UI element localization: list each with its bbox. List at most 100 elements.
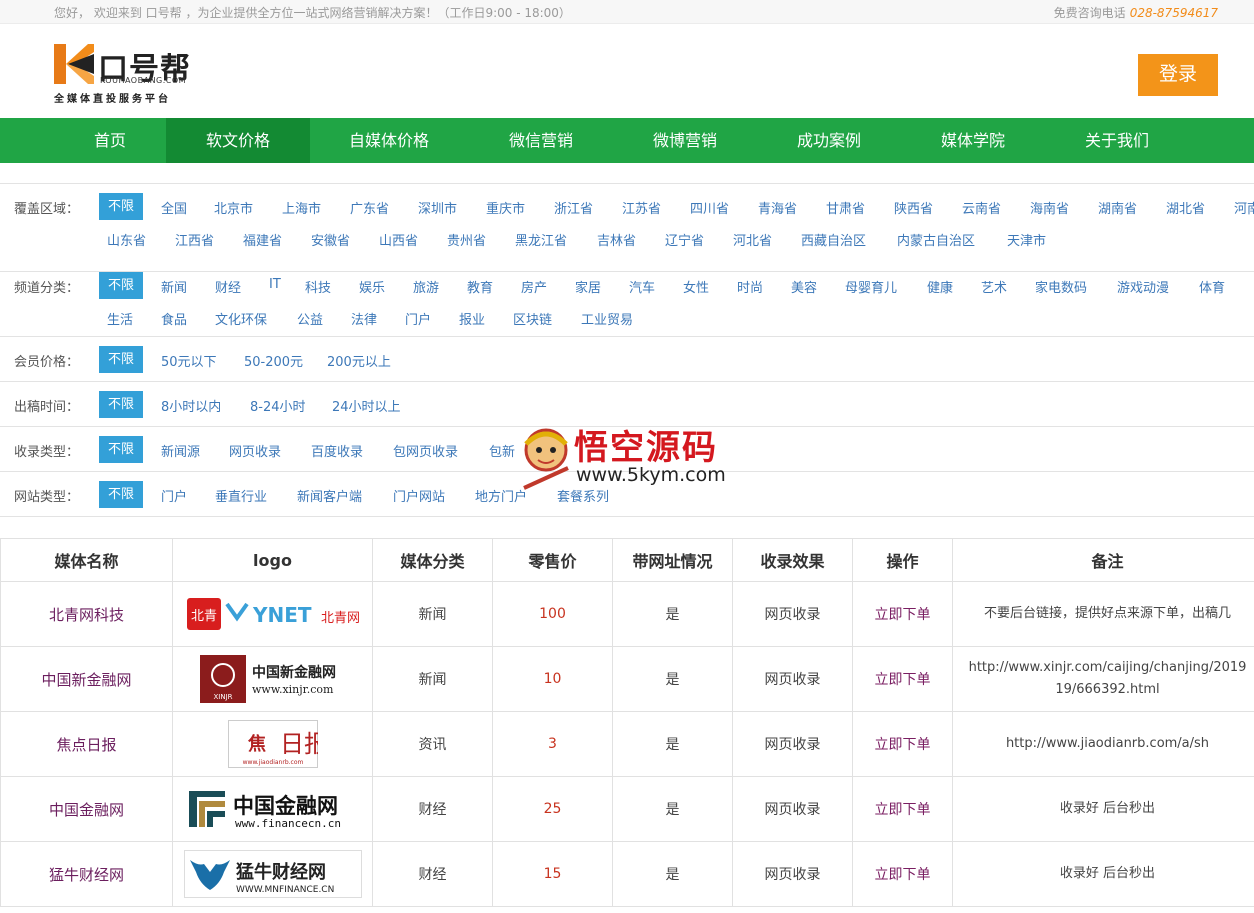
nav-item-selfmedia-price[interactable]: 自媒体价格 bbox=[317, 118, 461, 163]
filter-option[interactable]: 湖南省 bbox=[1098, 198, 1137, 217]
filter-option[interactable]: 重庆市 bbox=[486, 198, 525, 217]
filter-option[interactable]: 24小时以上 bbox=[332, 396, 401, 415]
filter-option[interactable]: 女性 bbox=[683, 277, 709, 296]
filter-option[interactable]: 海南省 bbox=[1030, 198, 1069, 217]
filter-option[interactable]: 全国 bbox=[161, 198, 187, 217]
filter-option[interactable]: 新闻 bbox=[161, 277, 187, 296]
filter-option[interactable]: 门户网站 bbox=[393, 486, 445, 505]
filter-option[interactable]: 青海省 bbox=[758, 198, 797, 217]
filter-option[interactable]: 甘肃省 bbox=[826, 198, 865, 217]
filter-option[interactable]: 新闻源 bbox=[161, 441, 200, 460]
filter-option-selected[interactable]: 不限 bbox=[99, 391, 143, 418]
filter-option[interactable]: 山西省 bbox=[379, 230, 418, 249]
filter-option[interactable]: 家居 bbox=[575, 277, 601, 296]
filter-option[interactable]: 门户 bbox=[405, 309, 431, 328]
site-logo[interactable]: 口号帮 KOUHAOBANG.COM 全媒体直投服务平台 bbox=[54, 44, 194, 108]
media-name-link[interactable]: 中国金融网 bbox=[0, 776, 173, 842]
filter-option[interactable]: 法律 bbox=[351, 309, 377, 328]
filter-option[interactable]: 文化环保 bbox=[215, 309, 267, 328]
filter-option[interactable]: 200元以上 bbox=[327, 351, 391, 370]
media-name-link[interactable]: 猛牛财经网 bbox=[0, 841, 173, 907]
nav-item-academy[interactable]: 媒体学院 bbox=[901, 118, 1045, 163]
filter-option[interactable]: 百度收录 bbox=[311, 441, 363, 460]
filter-option[interactable]: 食品 bbox=[161, 309, 187, 328]
filter-option[interactable]: 浙江省 bbox=[554, 198, 593, 217]
filter-option[interactable]: 河北省 bbox=[733, 230, 772, 249]
media-name-link[interactable]: 焦点日报 bbox=[0, 711, 173, 777]
filter-option-selected[interactable]: 不限 bbox=[99, 272, 143, 299]
filter-option[interactable]: 50元以下 bbox=[161, 351, 217, 370]
filter-option[interactable]: 旅游 bbox=[413, 277, 439, 296]
filter-option[interactable]: 辽宁省 bbox=[665, 230, 704, 249]
filter-option[interactable]: 公益 bbox=[297, 309, 323, 328]
order-now-link[interactable]: 立即下单 bbox=[852, 776, 953, 842]
filter-option[interactable]: 垂直行业 bbox=[215, 486, 267, 505]
filter-option[interactable]: 8-24小时 bbox=[250, 396, 306, 415]
filter-option[interactable]: 上海市 bbox=[282, 198, 321, 217]
filter-option[interactable]: 艺术 bbox=[981, 277, 1007, 296]
media-name-link[interactable]: 中国新金融网 bbox=[0, 646, 173, 712]
filter-option[interactable]: 财经 bbox=[215, 277, 241, 296]
media-logo-image[interactable]: 焦 日报 www.jiaodianrb.com bbox=[227, 720, 318, 768]
col-header-price[interactable]: 零售价 bbox=[492, 538, 613, 582]
order-now-link[interactable]: 立即下单 bbox=[852, 646, 953, 712]
filter-option[interactable]: 包网页收录 bbox=[393, 441, 458, 460]
filter-option[interactable]: 北京市 bbox=[214, 198, 253, 217]
order-now-link[interactable]: 立即下单 bbox=[852, 581, 953, 647]
filter-option[interactable]: 门户 bbox=[161, 486, 187, 505]
filter-option[interactable]: 时尚 bbox=[737, 277, 763, 296]
filter-option[interactable]: 吉林省 bbox=[597, 230, 636, 249]
filter-option[interactable]: 福建省 bbox=[243, 230, 282, 249]
filter-option[interactable]: 8小时以内 bbox=[161, 396, 221, 415]
filter-option[interactable]: 区块链 bbox=[513, 309, 552, 328]
nav-item-article-price[interactable]: 软文价格 bbox=[166, 118, 310, 163]
nav-item-about[interactable]: 关于我们 bbox=[1045, 118, 1189, 163]
filter-option[interactable]: 汽车 bbox=[629, 277, 655, 296]
media-logo-image[interactable]: XINJR 中国新金融网 www.xinjr.com bbox=[199, 655, 346, 703]
filter-option-selected[interactable]: 不限 bbox=[99, 436, 143, 463]
filter-option[interactable]: 50-200元 bbox=[244, 351, 303, 370]
filter-option[interactable]: 湖北省 bbox=[1166, 198, 1205, 217]
col-header-url[interactable]: 带网址情况 bbox=[612, 538, 733, 582]
filter-option[interactable]: 西藏自治区 bbox=[801, 230, 866, 249]
filter-option[interactable]: 教育 bbox=[467, 277, 493, 296]
nav-item-cases[interactable]: 成功案例 bbox=[757, 118, 901, 163]
filter-option[interactable]: 美容 bbox=[791, 277, 817, 296]
filter-option[interactable]: 安徽省 bbox=[311, 230, 350, 249]
filter-option[interactable]: 四川省 bbox=[690, 198, 729, 217]
filter-option[interactable]: 黑龙江省 bbox=[515, 230, 567, 249]
nav-item-home[interactable]: 首页 bbox=[38, 118, 182, 163]
filter-option[interactable]: 陕西省 bbox=[894, 198, 933, 217]
col-header-effect[interactable]: 收录效果 bbox=[732, 538, 853, 582]
filter-option[interactable]: 云南省 bbox=[962, 198, 1001, 217]
filter-option[interactable]: 河南 bbox=[1234, 198, 1254, 217]
filter-option[interactable]: 天津市 bbox=[1007, 230, 1046, 249]
filter-option[interactable]: 科技 bbox=[305, 277, 331, 296]
col-header-category[interactable]: 媒体分类 bbox=[372, 538, 493, 582]
hotline-number[interactable]: 028-87594617 bbox=[1130, 6, 1218, 20]
filter-option[interactable]: 贵州省 bbox=[447, 230, 486, 249]
filter-option[interactable]: 内蒙古自治区 bbox=[897, 230, 975, 249]
filter-option[interactable]: 网页收录 bbox=[229, 441, 281, 460]
filter-option[interactable]: 母婴育儿 bbox=[845, 277, 897, 296]
filter-option[interactable]: 江苏省 bbox=[622, 198, 661, 217]
filter-option[interactable]: 山东省 bbox=[107, 230, 146, 249]
filter-option[interactable]: 新闻客户端 bbox=[297, 486, 362, 505]
filter-option[interactable]: 广东省 bbox=[350, 198, 389, 217]
order-now-link[interactable]: 立即下单 bbox=[852, 711, 953, 777]
filter-option-selected[interactable]: 不限 bbox=[99, 481, 143, 508]
col-header-media-name[interactable]: 媒体名称 bbox=[0, 538, 173, 582]
filter-option[interactable]: 家电数码 bbox=[1035, 277, 1087, 296]
order-now-link[interactable]: 立即下单 bbox=[852, 841, 953, 907]
filter-option[interactable]: 体育 bbox=[1199, 277, 1225, 296]
media-logo-image[interactable]: 猛牛财经网 WWW.MNFINANCE.CN bbox=[183, 850, 362, 898]
login-button[interactable]: 登录 bbox=[1138, 54, 1218, 96]
nav-item-wechat[interactable]: 微信营销 bbox=[469, 118, 613, 163]
filter-option[interactable]: 生活 bbox=[107, 309, 133, 328]
media-logo-image[interactable]: 北青 YNET 北青网 bbox=[186, 596, 359, 632]
filter-option[interactable]: 工业贸易 bbox=[581, 309, 633, 328]
filter-option[interactable]: 健康 bbox=[927, 277, 953, 296]
filter-option[interactable]: 报业 bbox=[459, 309, 485, 328]
filter-option[interactable]: 房产 bbox=[521, 277, 547, 296]
filter-option[interactable]: 深圳市 bbox=[418, 198, 457, 217]
